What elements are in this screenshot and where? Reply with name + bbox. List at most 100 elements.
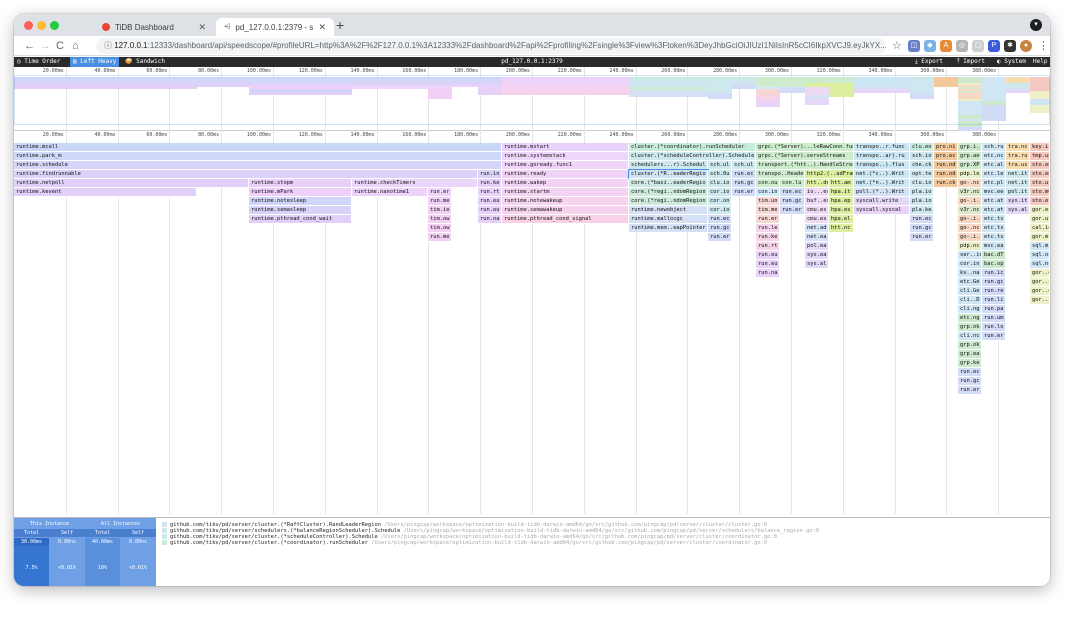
flame-frame[interactable]: grp.ok [958, 341, 982, 350]
flame-frame[interactable]: runtime.kevent [14, 188, 197, 197]
reload-icon[interactable]: C [56, 38, 64, 54]
flame-frame[interactable]: sys.it [1006, 197, 1030, 206]
flame-frame[interactable]: run.na [756, 269, 780, 278]
flame-frame[interactable]: run.gc [982, 278, 1006, 287]
flame-frame[interactable]: run.um [982, 314, 1006, 323]
flame-frame[interactable]: http2.(..adFram [805, 170, 854, 179]
flame-frame[interactable]: cor.io [708, 206, 732, 215]
extension-6-icon[interactable]: P [988, 40, 1000, 52]
flame-frame[interactable]: pro.ni [934, 143, 958, 152]
flame-frame[interactable]: grp.ok [958, 323, 982, 332]
tab-tidb-dashboard[interactable]: TiDB Dashboard ✕ [94, 18, 214, 36]
flame-frame[interactable]: etc.nc [982, 152, 1006, 161]
flame-frame[interactable]: gor.et [1030, 206, 1050, 215]
flame-frame[interactable]: clu.en [910, 143, 934, 152]
tab-speedscope[interactable]: ⩤ pd_127.0.0.1:2379 - speedsco ✕ [216, 18, 334, 36]
flame-frame[interactable]: run.ec [958, 368, 982, 377]
flame-frame[interactable]: run.gc [708, 224, 732, 233]
flamegraph-minimap[interactable]: 20.00ms 40.00ms 60.00ms 80.00ms 100.00ms 120.… [14, 67, 1050, 133]
flame-frame[interactable]: go-.nc [958, 224, 982, 233]
flame-frame[interactable]: grp.ke [958, 359, 982, 368]
flame-frame[interactable]: runtime.ready [502, 170, 629, 179]
minimap-viewport[interactable] [14, 75, 1050, 125]
flame-frame[interactable]: runtime.mstart [502, 143, 629, 152]
flame-frame[interactable]: run.er [428, 188, 452, 197]
flame-frame[interactable]: gor..xe [1030, 278, 1050, 287]
flame-frame[interactable]: runtime.mallocgc [629, 215, 708, 224]
home-icon[interactable]: ⌂ [72, 38, 79, 54]
extension-3-icon[interactable]: A [940, 40, 952, 52]
flame-frame[interactable]: clu.io [708, 179, 732, 188]
flame-frame[interactable]: tra.nc [1006, 143, 1030, 152]
flame-frame[interactable]: sch.ul [708, 161, 732, 170]
flame-frame[interactable]: sto.en [1030, 161, 1050, 170]
flame-frame[interactable]: run.re [982, 287, 1006, 296]
flame-frame[interactable]: grp.XP [958, 161, 982, 170]
flame-frame[interactable]: sto.m0 [1030, 188, 1050, 197]
flame-frame[interactable]: run.gc [910, 224, 934, 233]
flame-frame[interactable]: runtime.semasleep [249, 206, 352, 215]
flame-frame[interactable]: net.(*n..).Writ [854, 179, 910, 188]
flame-frame[interactable]: etc.ng [958, 314, 982, 323]
flame-frame[interactable]: run.na [478, 215, 502, 224]
flame-frame[interactable]: runtime.netpoll [14, 179, 249, 188]
flame-frame[interactable]: con.in [756, 188, 780, 197]
new-tab-button[interactable]: + [336, 17, 344, 33]
flame-frame[interactable]: che.ck [910, 161, 934, 170]
flame-frame[interactable]: run.ck [934, 179, 958, 188]
flame-frame[interactable]: run.er [982, 332, 1006, 341]
flame-frame[interactable]: cal.io [1030, 224, 1050, 233]
flame-frame[interactable]: pla.io [910, 197, 934, 206]
flame-frame[interactable]: net.ad [805, 224, 829, 233]
flame-frame[interactable]: core.(*regi..ndomRegion [629, 197, 708, 206]
extension-2-icon[interactable]: ◆ [924, 40, 936, 52]
flame-frame[interactable]: run.er [910, 233, 934, 242]
flame-frame[interactable]: tim.ow [428, 224, 452, 233]
flame-frame[interactable]: cli.Ge [958, 287, 982, 296]
flame-frame[interactable]: runtime.stopm [249, 179, 352, 188]
flame-frame[interactable]: run.eu [756, 260, 780, 269]
flame-frame[interactable]: cor.io [708, 188, 732, 197]
flame-frame[interactable]: run.ec [910, 215, 934, 224]
flame-frame[interactable]: etc.ts [982, 215, 1006, 224]
flame-frame[interactable]: runtime.mPark [249, 188, 352, 197]
flame-frame[interactable]: pol.it [1006, 188, 1030, 197]
flame-frame[interactable]: sql.mi [1030, 242, 1050, 251]
flame-frame[interactable]: sch.0u [708, 170, 732, 179]
flame-frame[interactable]: transpo..Header [756, 170, 805, 179]
view-left-heavy[interactable]: ▤ Left Heavy [70, 57, 120, 67]
flame-frame[interactable]: runtime.semawakeup [502, 206, 629, 215]
flame-frame[interactable]: runtime.wakep [502, 179, 629, 188]
flame-frame[interactable]: runtime.pthread_cond_signal [502, 215, 629, 224]
flame-frame[interactable]: sch.ul [732, 161, 756, 170]
flame-frame[interactable]: cluster.(*scheduleController).Schedule [629, 152, 756, 161]
flame-frame[interactable]: clu.io [910, 179, 934, 188]
flame-frame[interactable]: run.ec [732, 170, 756, 179]
flame-frame[interactable]: run.er [780, 206, 805, 215]
flame-frame[interactable]: mvc.ee [982, 188, 1006, 197]
flame-frame[interactable]: con.lu [780, 179, 805, 188]
flame-frame[interactable]: sch.io [910, 152, 934, 161]
flame-frame[interactable]: transpo..).flus [854, 161, 910, 170]
extensions-puzzle-icon[interactable]: ✱ [1004, 40, 1016, 52]
flame-frame[interactable]: grpc.(*Server).serveStreams [756, 152, 854, 161]
extension-1-icon[interactable]: ◫ [908, 40, 920, 52]
flame-frame[interactable]: sto.uc [1030, 179, 1050, 188]
flame-frame[interactable]: grp.ae [958, 152, 982, 161]
flame-frame[interactable]: go-.i. [958, 233, 982, 242]
flame-frame[interactable]: io...es [805, 188, 829, 197]
flame-frame[interactable]: run.eu [478, 206, 502, 215]
flame-frame[interactable]: run.nd [934, 170, 958, 179]
flame-frame[interactable]: hpa.ep [829, 197, 854, 206]
flame-frame[interactable]: run.gc [958, 377, 982, 386]
flame-frame[interactable]: runtime.notesleep [249, 197, 352, 206]
flame-frame[interactable]: runtime.findrunnable [14, 170, 478, 179]
flame-frame[interactable]: etc.Ge [958, 278, 982, 287]
flame-frame[interactable]: sto.et [1030, 197, 1050, 206]
flame-frame[interactable]: mvc.ea [982, 242, 1006, 251]
flame-frame[interactable]: tra.ru [1006, 152, 1030, 161]
flame-frame[interactable]: tra.us [1006, 161, 1030, 170]
flame-frame[interactable]: run.rt [756, 242, 780, 251]
bookmark-star-icon[interactable]: ☆ [892, 38, 902, 54]
flame-frame[interactable]: tim.ow [428, 215, 452, 224]
